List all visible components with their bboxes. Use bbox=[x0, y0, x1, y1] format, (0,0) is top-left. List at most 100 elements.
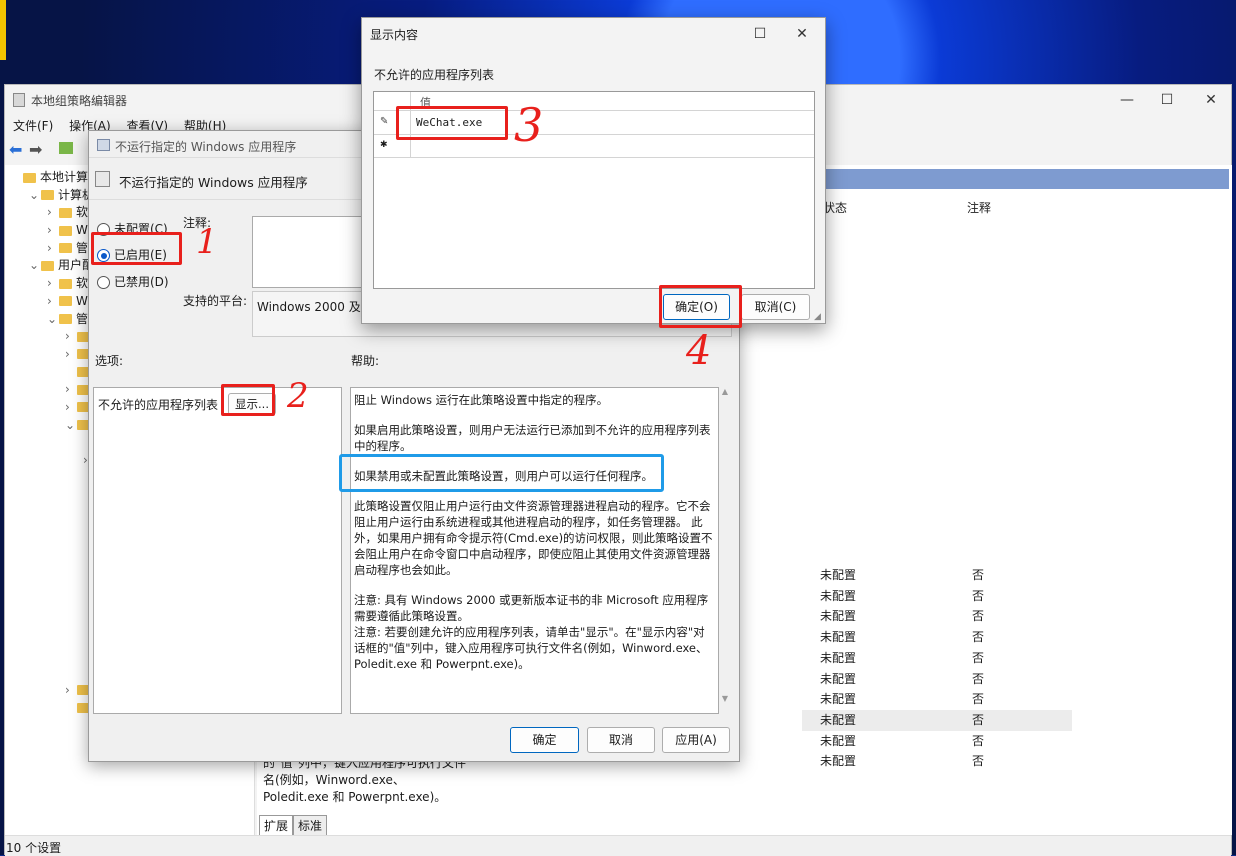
list-row[interactable]: 未配置 否 bbox=[802, 731, 1072, 752]
tree-expander-icon[interactable]: › bbox=[65, 346, 77, 364]
help-scrollbar[interactable]: ▲ ▼ bbox=[719, 387, 731, 714]
folder-icon bbox=[41, 260, 54, 271]
annotation-box-show bbox=[221, 384, 275, 416]
scroll-down-icon[interactable]: ▼ bbox=[719, 694, 731, 703]
radio-disabled[interactable]: 已禁用(D) bbox=[97, 273, 169, 290]
close-button[interactable]: ✕ bbox=[782, 19, 822, 49]
annotation-box-ok bbox=[659, 285, 742, 328]
grid-row-border bbox=[374, 157, 814, 158]
dialog-title: 不运行指定的 Windows 应用程序 bbox=[115, 140, 297, 154]
row-state: 未配置 bbox=[820, 630, 857, 645]
view-tabs: 扩展 标准 bbox=[259, 815, 328, 835]
row-state: 未配置 bbox=[820, 754, 857, 769]
list-row[interactable]: 未配置 否 bbox=[802, 586, 1072, 607]
ok-button[interactable]: 确定 bbox=[510, 727, 579, 753]
tree-expander-icon[interactable]: › bbox=[65, 328, 77, 346]
row-state: 未配置 bbox=[820, 568, 857, 582]
annotation-box-value bbox=[396, 106, 508, 140]
app-icon bbox=[13, 93, 25, 107]
help-paragraph: 注意: 具有 Windows 2000 或更新版本证书的非 Microsoft … bbox=[354, 593, 709, 671]
tab-extended[interactable]: 扩展 bbox=[259, 815, 294, 835]
list-row[interactable]: 未配置 否 bbox=[802, 606, 1072, 627]
annotation-number-1: 1 bbox=[196, 222, 218, 262]
radio-circle[interactable] bbox=[97, 276, 110, 289]
close-button[interactable]: ✕ bbox=[1189, 85, 1233, 115]
tree-expander-icon[interactable]: ⌄ bbox=[29, 187, 41, 205]
tree-expander-icon[interactable]: › bbox=[47, 293, 59, 311]
column-header-comment[interactable]: 注释 bbox=[967, 199, 991, 216]
annotation-number-2: 2 bbox=[287, 376, 309, 416]
options-panel: 不允许的应用程序列表 显示... bbox=[93, 387, 342, 714]
tree-expander-icon[interactable]: ⌄ bbox=[29, 257, 41, 275]
help-panel: 阻止 Windows 运行在此策略设置中指定的程序。 如果启用此策略设置，则用户… bbox=[350, 387, 719, 714]
show-cancel-button[interactable]: 取消(C) bbox=[741, 294, 810, 320]
apply-button[interactable]: 应用(A) bbox=[662, 727, 730, 753]
tab-standard[interactable]: 标准 bbox=[293, 815, 328, 835]
menu-file[interactable]: 文件(F) bbox=[7, 115, 59, 136]
tree-expander-icon[interactable]: › bbox=[47, 222, 59, 240]
folder-icon bbox=[59, 296, 72, 307]
maximize-button[interactable]: ☐ bbox=[1145, 85, 1189, 115]
column-header-strip bbox=[797, 189, 1229, 217]
minimize-button[interactable]: — bbox=[1105, 85, 1149, 115]
cancel-button[interactable]: 取消 bbox=[587, 727, 655, 753]
list-row[interactable]: 未配置 否 bbox=[802, 689, 1072, 710]
tree-expander-icon[interactable]: › bbox=[65, 381, 77, 399]
status-text: 10 个设置 bbox=[6, 841, 62, 855]
tree-expander-icon[interactable]: ⌄ bbox=[65, 417, 77, 435]
tree-expander-icon[interactable]: › bbox=[65, 682, 77, 700]
platform-label: 支持的平台: bbox=[183, 294, 248, 308]
tree-expander-icon[interactable]: › bbox=[47, 275, 59, 293]
folder-icon bbox=[59, 278, 72, 289]
row-comment: 否 bbox=[972, 609, 985, 624]
row-comment: 否 bbox=[972, 754, 985, 769]
back-arrow-icon[interactable]: ⬅ bbox=[9, 140, 22, 159]
annotation-number-4: 4 bbox=[686, 328, 712, 374]
radio-label: 已禁用(D) bbox=[114, 275, 169, 289]
annotation-box-enabled bbox=[91, 232, 182, 265]
new-row-icon: ✱ bbox=[380, 140, 388, 150]
dialog-icon bbox=[97, 139, 110, 151]
annotation-box-help-highlight bbox=[339, 454, 664, 492]
row-comment: 否 bbox=[972, 692, 985, 707]
description-text: 的"值"列中，键入应用程序可执行文件 名(例如，Winword.exe、 Pol… bbox=[263, 755, 563, 806]
list-row[interactable]: 未配置 否 bbox=[802, 669, 1072, 690]
folder-icon bbox=[59, 314, 72, 324]
scroll-up-icon[interactable]: ▲ bbox=[719, 387, 731, 396]
status-bar: 10 个设置 bbox=[5, 835, 1231, 856]
column-header-state[interactable]: 状态 bbox=[823, 199, 847, 216]
forward-arrow-icon[interactable]: ➡ bbox=[29, 140, 42, 159]
option-label: 不允许的应用程序列表 bbox=[98, 398, 219, 412]
policy-heading: 不运行指定的 Windows 应用程序 bbox=[119, 175, 308, 190]
help-paragraph: 阻止 Windows 运行在此策略设置中指定的程序。 bbox=[354, 393, 609, 407]
policy-icon bbox=[95, 171, 110, 187]
desktop-icon-strip bbox=[0, 0, 6, 60]
options-label: 选项: bbox=[95, 354, 124, 368]
folder-icon bbox=[23, 172, 36, 183]
description-line: Poledit.exe 和 Powerpnt.exe)。 bbox=[263, 790, 447, 804]
folder-icon bbox=[59, 207, 72, 218]
tree-expander-icon[interactable]: › bbox=[47, 240, 59, 258]
row-state: 未配置 bbox=[820, 609, 857, 624]
show-dialog-title: 显示内容 bbox=[370, 28, 419, 42]
list-row[interactable]: 未配置 否 bbox=[802, 751, 1072, 772]
maximize-button[interactable]: ☐ bbox=[740, 19, 780, 49]
up-folder-icon[interactable] bbox=[59, 142, 73, 154]
row-comment: 否 bbox=[972, 588, 985, 603]
folder-icon bbox=[59, 243, 72, 254]
tree-expander-icon[interactable]: › bbox=[65, 399, 77, 417]
list-row[interactable]: 未配置 否 bbox=[802, 565, 1072, 586]
row-state: 未配置 bbox=[820, 692, 857, 707]
tree-expander-icon[interactable]: ⌄ bbox=[47, 311, 59, 329]
row-state: 未配置 bbox=[820, 671, 857, 686]
list-row[interactable]: 未配置 否 bbox=[802, 709, 1072, 731]
row-comment: 否 bbox=[972, 650, 985, 665]
folder-icon bbox=[41, 190, 54, 201]
row-state: 未配置 bbox=[820, 650, 857, 665]
row-comment: 否 bbox=[972, 671, 985, 686]
help-label: 帮助: bbox=[351, 354, 380, 368]
tree-expander-icon[interactable]: › bbox=[47, 204, 59, 222]
list-row[interactable]: 未配置 否 bbox=[802, 627, 1072, 648]
resize-grip-icon[interactable]: ◢ bbox=[814, 312, 821, 322]
list-row[interactable]: 未配置 否 bbox=[802, 648, 1072, 669]
